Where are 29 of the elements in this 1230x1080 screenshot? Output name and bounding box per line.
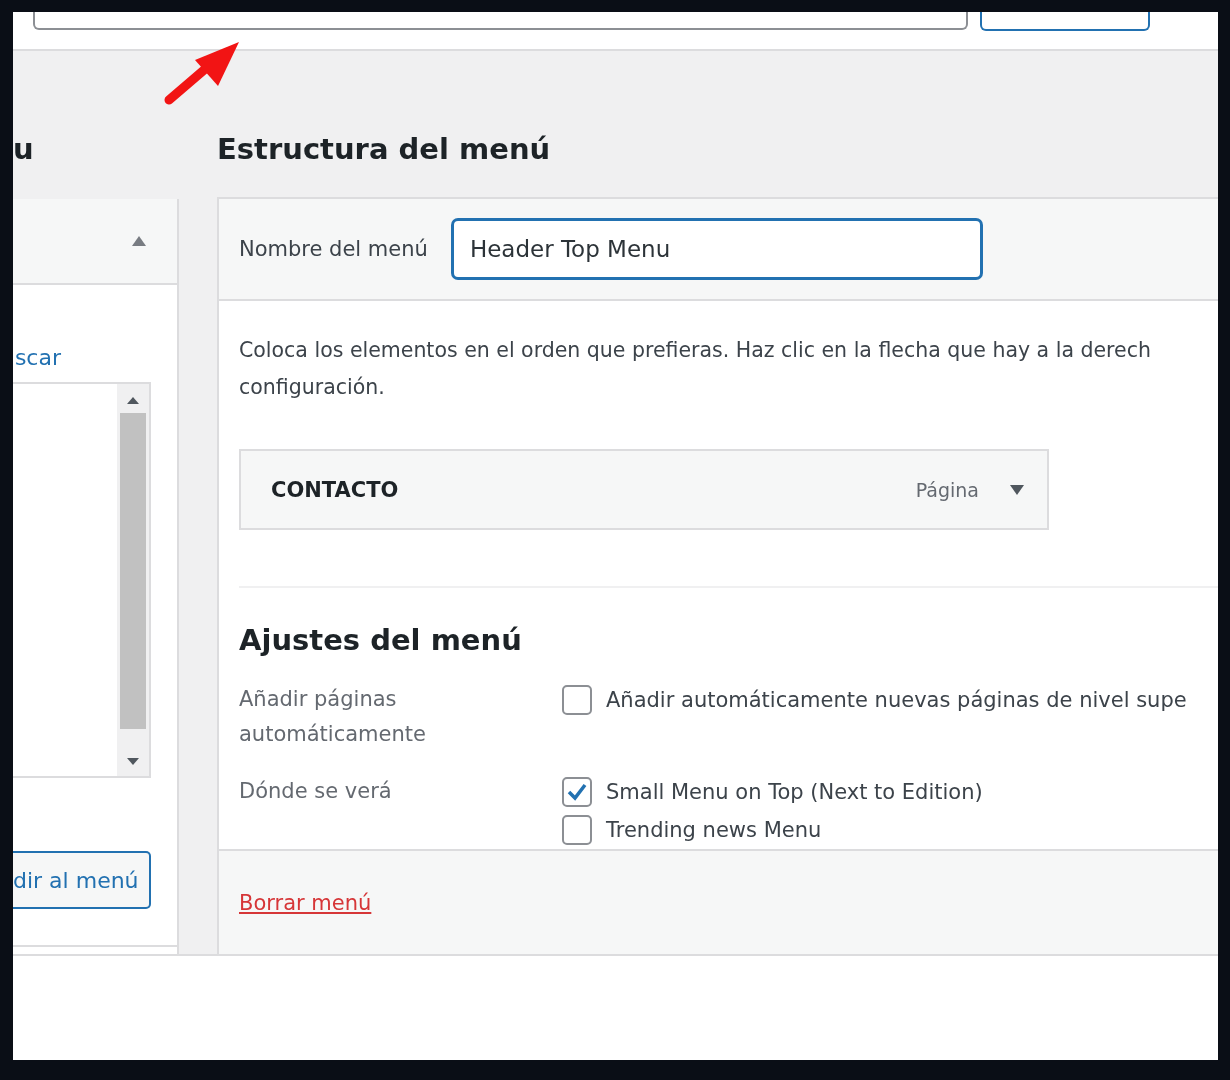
menu-item-bar[interactable]: CONTACTO Página <box>239 449 1049 530</box>
text-field[interactable] <box>33 12 968 30</box>
caret-icon[interactable] <box>1009 483 1025 496</box>
setting-label: Añadir páginas automáticamente <box>239 686 427 748</box>
scroll-up-icon[interactable] <box>126 396 140 405</box>
field-label: Nombre del menú <box>239 237 428 261</box>
scrollbar[interactable] <box>117 384 149 776</box>
button[interactable] <box>980 12 1150 31</box>
collapse-triangle-icon[interactable] <box>131 235 147 247</box>
menu-item-type: Página <box>915 478 979 501</box>
search-link[interactable]: scar <box>14 343 61 373</box>
checkbox[interactable] <box>562 815 592 845</box>
checkbox-label: Small Menu on Top (Next to Edition) <box>606 780 983 804</box>
checkbox[interactable] <box>562 777 592 807</box>
menu-name-field[interactable]: Header Top Menu <box>451 219 982 279</box>
checkbox-label: Trending news Menu <box>606 818 822 842</box>
add-to-menu-button[interactable]: dir al menú <box>13 851 151 909</box>
section-heading: Ajustes del menú <box>239 622 523 659</box>
instructions-text: Coloca los elementos en el orden que prefieras. Haz clic en la flecha que hay a la derech configuración. <box>239 337 1152 401</box>
checkbox[interactable] <box>562 685 592 715</box>
scrollbar-thumb[interactable] <box>120 413 146 729</box>
setting-label: Dónde se verá <box>239 778 393 805</box>
checkmark-icon <box>566 782 588 802</box>
menu-item-title: CONTACTO <box>271 477 400 502</box>
checkbox-label: Añadir automáticamente nuevas páginas de nivel supe <box>606 688 1187 712</box>
section-heading: Estructura del menú <box>217 131 552 168</box>
scroll-down-icon[interactable] <box>126 757 140 766</box>
delete-menu-link[interactable]: Borrar menú <box>239 890 372 915</box>
section-heading: u <box>13 131 34 168</box>
